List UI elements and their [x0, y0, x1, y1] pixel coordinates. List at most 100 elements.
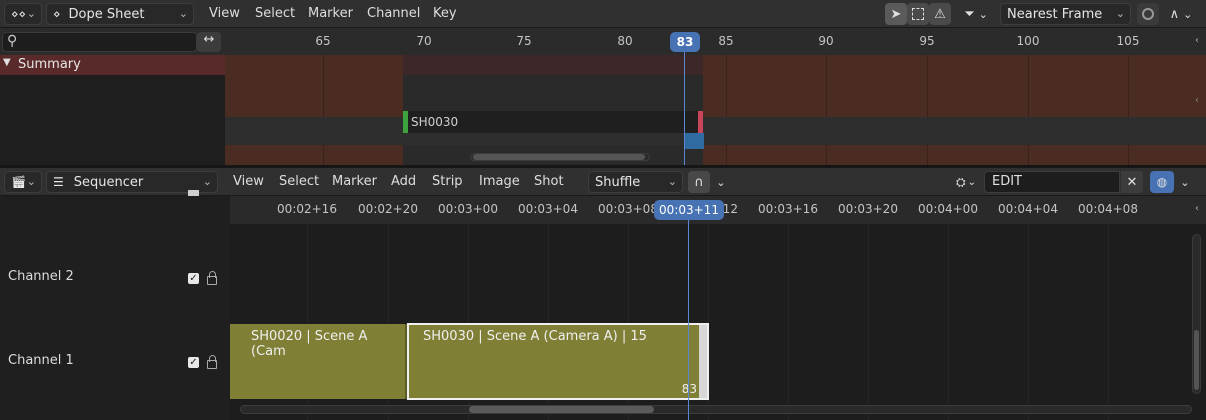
menu-view[interactable]: View	[209, 6, 240, 21]
chevron-down-icon: ⌄	[978, 7, 988, 21]
shot-end-handle[interactable]	[698, 111, 703, 133]
menu-marker[interactable]: Marker	[308, 6, 353, 21]
sequencer-playhead-line	[688, 220, 689, 420]
channel-3-mute-checkbox-partial[interactable]	[188, 190, 199, 196]
vertical-scrollbar[interactable]	[1192, 234, 1201, 394]
dopesheet-icon: ⋄⋄	[11, 7, 27, 21]
grid-line	[788, 224, 789, 420]
snapping-toggle[interactable]: ∩	[688, 171, 710, 193]
editor-type-dropdown[interactable]: 🎬︎ ⌄	[4, 171, 42, 193]
menu-view[interactable]: View	[233, 174, 264, 189]
overlays-dropdown[interactable]: ⌄	[1176, 171, 1194, 193]
magnet-icon: ∩	[694, 174, 704, 190]
proportional-editing-toggle[interactable]	[1137, 3, 1159, 25]
scene-browse-button[interactable]: ⛭ ⌄	[950, 171, 982, 193]
channel-2-mute-checkbox[interactable]: ✓	[188, 273, 199, 284]
horizontal-scrollbar[interactable]	[240, 405, 1192, 414]
frame-tick: 95	[919, 34, 935, 48]
chevron-down-icon: ⌄	[26, 7, 36, 20]
editor-type-dropdown[interactable]: ⋄⋄ ⌄	[4, 3, 42, 25]
dashed-box-icon	[912, 8, 924, 20]
menu-add[interactable]: Add	[391, 174, 416, 189]
vertical-scroll-handle[interactable]	[1194, 330, 1199, 390]
channel-2-label: Channel 2	[8, 269, 74, 284]
grid-line	[826, 55, 827, 165]
grid-line	[1108, 224, 1109, 420]
time-tick: 00:04+00	[918, 202, 978, 216]
strip-label: SH0030 | Scene A (Camera A) | 15	[423, 329, 647, 344]
proportional-falloff-dropdown[interactable]: ∧ ⌄	[1161, 3, 1201, 25]
dopesheet-playhead-line	[684, 52, 685, 165]
chevron-down-icon: ⌄	[1180, 175, 1190, 189]
proportional-circle-icon	[1142, 8, 1154, 20]
frame-tick: 80	[617, 34, 633, 48]
summary-channel[interactable]: ▼ Summary	[0, 55, 225, 75]
strip-end-handle[interactable]	[699, 325, 707, 398]
current-time-indicator[interactable]: 00:03+11	[654, 200, 724, 220]
menu-strip[interactable]: Strip	[432, 174, 463, 189]
overlap-mode-dropdown[interactable]: Shuffle ⌄	[588, 171, 683, 193]
shot-strip[interactable]: SH0030	[403, 111, 703, 133]
grid-line	[726, 55, 727, 165]
scene-icon: ⛭	[956, 174, 966, 189]
channel-1-mute-checkbox[interactable]: ✓	[188, 357, 199, 368]
channel-search-bar: ⚲ ↔	[0, 28, 225, 55]
menu-shot[interactable]: Shot	[534, 174, 564, 189]
sync-visible-range-button[interactable]: ↔	[197, 32, 221, 52]
grid-line	[1028, 224, 1029, 420]
strip-end-frame: 83	[681, 382, 697, 396]
unlink-scene-button[interactable]: ✕	[1121, 171, 1143, 193]
filters-dropdown[interactable]: ⏷ ⌄	[957, 3, 995, 25]
frame-ruler[interactable]: 65 70 75 80 85 90 95 100 105 ‹	[225, 28, 1206, 55]
time-tick: 00:03+08	[598, 202, 658, 216]
scene-strip[interactable]: SH0020 | Scene A (Cam	[230, 324, 407, 399]
scene-name-field[interactable]: EDIT	[984, 171, 1120, 193]
grid-line	[868, 224, 869, 420]
chevron-down-icon: ⌄	[178, 7, 188, 20]
horizontal-arrows-icon: ↔	[203, 32, 215, 47]
errors-toggle[interactable]: ⚠	[929, 3, 951, 25]
summary-label: Summary	[18, 57, 81, 72]
scene-strip-selected[interactable]: SH0030 | Scene A (Camera A) | 15 83	[407, 323, 709, 400]
chevron-down-icon: ⌄	[667, 175, 677, 188]
horizontal-scrollbar[interactable]	[470, 153, 650, 161]
grid-line	[948, 224, 949, 420]
mode-dropdown[interactable]: ⋄ Dope Sheet ⌄	[46, 3, 194, 25]
sequencer-timeline[interactable]: SH0020 | Scene A (Cam SH0030 | Scene A (…	[230, 224, 1206, 420]
region-toggle-arrow-icon[interactable]: ‹	[1195, 203, 1199, 214]
falloff-curve-icon: ∧	[1169, 6, 1180, 22]
time-tick: 00:03+16	[758, 202, 818, 216]
chevron-down-icon: ⌄	[716, 175, 726, 189]
search-input[interactable]: ⚲	[2, 32, 197, 52]
scroll-handle[interactable]	[473, 154, 645, 160]
frame-tick: 100	[1016, 34, 1040, 48]
overlays-toggle[interactable]: ◍	[1150, 171, 1174, 193]
channel-2-lock-icon[interactable]	[207, 271, 217, 285]
current-frame-indicator[interactable]: 83	[670, 32, 700, 52]
summary-row-highlight	[403, 55, 703, 75]
frame-tick: 70	[416, 34, 432, 48]
region-toggle-arrow-icon[interactable]: ‹	[1195, 35, 1199, 46]
only-selected-toggle[interactable]: ➤	[885, 3, 907, 25]
channel-1-lock-icon[interactable]	[207, 355, 217, 369]
sidebar-toggle-arrow-icon[interactable]: ‹	[1195, 95, 1199, 106]
time-tick: 00:02+20	[358, 202, 418, 216]
frame-tick: 75	[516, 34, 532, 48]
snapping-dropdown[interactable]: Nearest Frame ⌄	[1000, 3, 1131, 25]
grid-line	[927, 55, 928, 165]
menu-key[interactable]: Key	[433, 6, 457, 21]
menu-marker[interactable]: Marker	[332, 174, 377, 189]
keyframe-area[interactable]: SH0030 ‹	[225, 55, 1206, 165]
snapping-options-dropdown[interactable]: ⌄	[712, 171, 730, 193]
menu-select[interactable]: Select	[255, 6, 295, 21]
chevron-down-icon: ⌄	[1115, 7, 1125, 20]
hidden-toggle[interactable]	[907, 3, 929, 25]
menu-image[interactable]: Image	[479, 174, 520, 189]
shot-start-handle[interactable]	[403, 111, 408, 133]
scroll-handle[interactable]	[469, 406, 654, 413]
menu-channel[interactable]: Channel	[367, 6, 420, 21]
time-tick: 00:03+04	[518, 202, 578, 216]
menu-select[interactable]: Select	[279, 174, 319, 189]
expand-triangle-icon[interactable]: ▼	[3, 57, 11, 68]
cursor-arrow-icon: ➤	[890, 6, 902, 22]
